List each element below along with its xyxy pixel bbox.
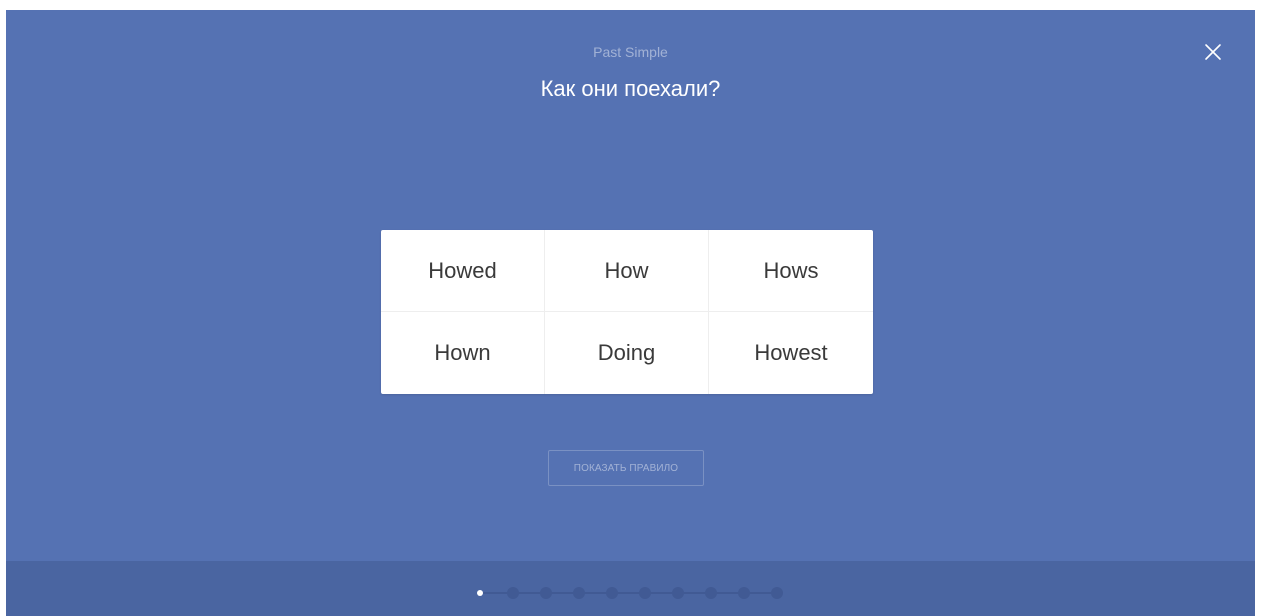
question-title: Как они поехали? bbox=[540, 76, 721, 101]
progress-indicator bbox=[477, 587, 783, 599]
topic-label: Past Simple bbox=[593, 44, 668, 60]
progress-dot bbox=[540, 587, 552, 599]
progress-dot bbox=[606, 587, 618, 599]
progress-dot bbox=[573, 587, 585, 599]
answer-option[interactable]: Howest bbox=[709, 312, 873, 394]
progress-dot bbox=[738, 587, 750, 599]
answer-options-grid: Howed How Hows Hown Doing Howest bbox=[381, 230, 873, 394]
show-rule-button[interactable]: ПОКАЗАТЬ ПРАВИЛО bbox=[548, 450, 704, 486]
close-icon bbox=[1205, 44, 1221, 60]
progress-footer bbox=[6, 561, 1255, 616]
close-button[interactable] bbox=[1201, 40, 1225, 64]
exercise-screen: Past Simple Как они поехали? Howed How H… bbox=[6, 10, 1255, 616]
progress-dot bbox=[705, 587, 717, 599]
progress-dot-current bbox=[477, 590, 483, 596]
answer-option[interactable]: Howed bbox=[381, 230, 545, 312]
answer-option[interactable]: Hows bbox=[709, 230, 873, 312]
progress-dot bbox=[771, 587, 783, 599]
answer-option[interactable]: Doing bbox=[545, 312, 709, 394]
answer-option[interactable]: How bbox=[545, 230, 709, 312]
progress-dot bbox=[639, 587, 651, 599]
answer-option[interactable]: Hown bbox=[381, 312, 545, 394]
progress-dot bbox=[672, 587, 684, 599]
progress-dot bbox=[507, 587, 519, 599]
